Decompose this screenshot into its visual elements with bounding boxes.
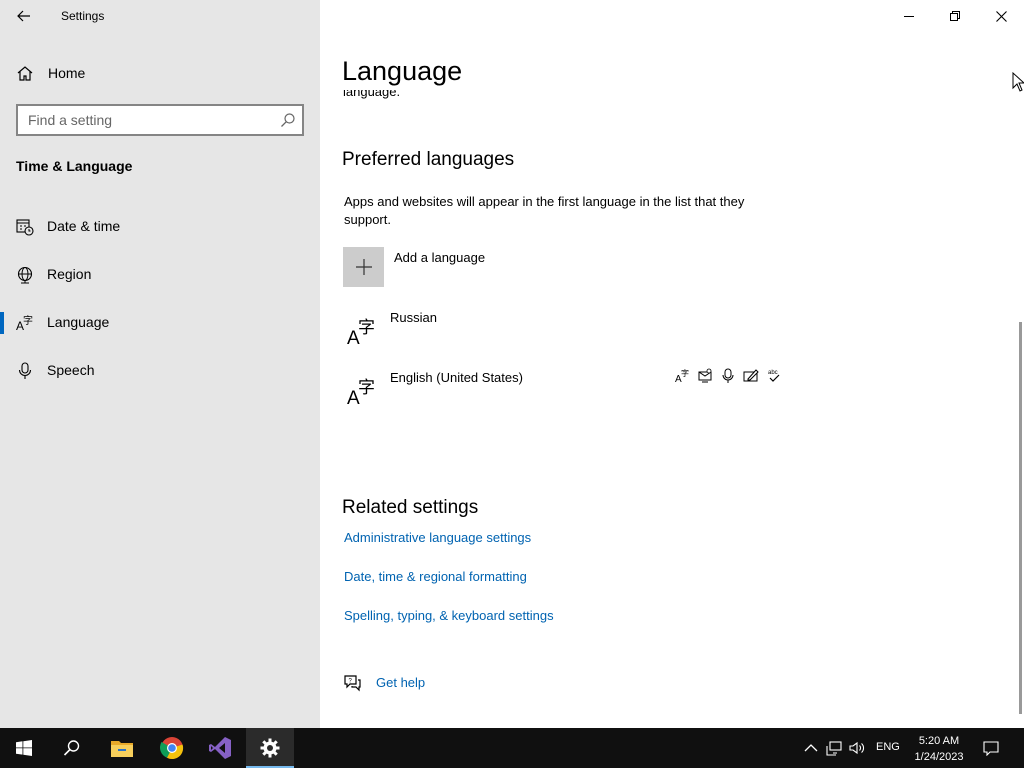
language-icon: A字 (347, 318, 375, 346)
plus-icon (355, 259, 372, 275)
clipped-description-text: language. (343, 90, 401, 99)
start-icon (16, 740, 32, 756)
taskbar-chrome[interactable] (148, 728, 196, 768)
search-box[interactable] (16, 104, 304, 136)
search-icon (281, 113, 295, 127)
taskbar-file-explorer[interactable] (98, 728, 146, 768)
app-title: Settings (61, 9, 105, 23)
language-row-russian[interactable]: A字 Russian (343, 308, 793, 358)
related-settings-heading: Related settings (342, 497, 479, 518)
handwriting-icon (743, 369, 759, 382)
globe-icon (17, 266, 33, 284)
volume-icon[interactable] (849, 740, 865, 756)
language-name: English (United States) (390, 370, 523, 385)
get-help-link[interactable]: Get help (376, 675, 425, 690)
calendar-clock-icon (16, 219, 34, 236)
display-language-icon: A字 (675, 368, 689, 384)
file-explorer-icon (111, 741, 133, 757)
settings-gear-icon (260, 738, 280, 758)
search-icon (63, 740, 80, 756)
svg-text:字: 字 (358, 378, 375, 398)
nav-home[interactable]: Home (0, 56, 320, 90)
sidebar-item-label: Date & time (47, 218, 121, 234)
sidebar-item-date-time[interactable]: Date & time (0, 206, 320, 246)
svg-text:字: 字 (358, 318, 375, 338)
search-input[interactable] (18, 106, 268, 134)
link-date-time-regional-formatting[interactable]: Date, time & regional formatting (344, 569, 527, 584)
home-icon (17, 66, 33, 81)
sidebar-item-region[interactable]: Region (0, 254, 320, 294)
restore-button[interactable] (932, 0, 978, 32)
add-language-plus-box (343, 247, 384, 287)
nav-home-label: Home (48, 65, 86, 81)
get-help-icon: ? (344, 675, 361, 692)
section-title: Time & Language (16, 158, 133, 174)
svg-text:字: 字 (681, 368, 689, 378)
clipped-description: language. (343, 90, 643, 104)
chevron-up-icon[interactable] (803, 740, 819, 756)
sidebar-item-label: Speech (47, 362, 95, 378)
action-center-icon[interactable] (983, 740, 999, 756)
sidebar: Settings Home Time & Language Date & tim… (0, 0, 320, 728)
close-icon (995, 10, 1007, 22)
minimize-icon (904, 16, 914, 17)
sidebar-item-label: Region (47, 266, 92, 282)
speech-recognition-icon (722, 368, 734, 383)
sidebar-item-language[interactable]: A字 Language (0, 302, 320, 342)
selection-indicator (0, 312, 4, 334)
language-icon: A字 (16, 314, 33, 332)
taskbar-search-button[interactable] (48, 728, 96, 768)
language-name: Russian (390, 310, 437, 325)
input-language-indicator[interactable]: ENG (876, 741, 900, 753)
sidebar-item-label: Language (47, 314, 110, 330)
add-language-label: Add a language (394, 250, 486, 265)
restore-icon (950, 11, 960, 21)
scrollbar[interactable] (1019, 322, 1022, 714)
taskbar-settings[interactable] (246, 728, 294, 768)
microphone-icon (18, 362, 32, 379)
svg-text:字: 字 (23, 314, 33, 327)
preferred-languages-description: Apps and websites will appear in the fir… (344, 194, 745, 227)
taskbar: ENG 5:20 AM 1/24/2023 (0, 728, 1024, 768)
language-row-english[interactable]: A字 English (United States) A字 abc (343, 368, 793, 418)
preferred-languages-heading: Preferred languages (342, 149, 515, 170)
minimize-button[interactable] (886, 0, 932, 32)
clock-time: 5:20 AM (918, 735, 960, 747)
start-button[interactable] (0, 728, 48, 768)
clock-date: 1/24/2023 (914, 751, 964, 763)
link-spelling-typing-keyboard-settings[interactable]: Spelling, typing, & keyboard settings (344, 608, 554, 623)
page-title: Language (342, 56, 463, 86)
back-button[interactable] (8, 2, 40, 30)
mouse-cursor-icon (1012, 72, 1024, 92)
close-button[interactable] (978, 0, 1024, 32)
chrome-icon (160, 737, 184, 760)
add-language-button[interactable]: Add a language (343, 247, 543, 287)
network-icon[interactable] (826, 740, 842, 756)
text-to-speech-icon (698, 368, 712, 383)
language-icon: A字 (347, 378, 375, 406)
svg-text:abc: abc (768, 370, 778, 376)
sidebar-item-speech[interactable]: Speech (0, 350, 320, 390)
spell-check-icon: abc (768, 370, 780, 382)
taskbar-visual-studio[interactable] (196, 728, 244, 768)
visual-studio-icon (209, 737, 231, 759)
back-arrow-icon (17, 10, 30, 22)
link-administrative-language-settings[interactable]: Administrative language settings (344, 530, 531, 545)
clock[interactable]: 5:20 AM 1/24/2023 (900, 733, 978, 765)
